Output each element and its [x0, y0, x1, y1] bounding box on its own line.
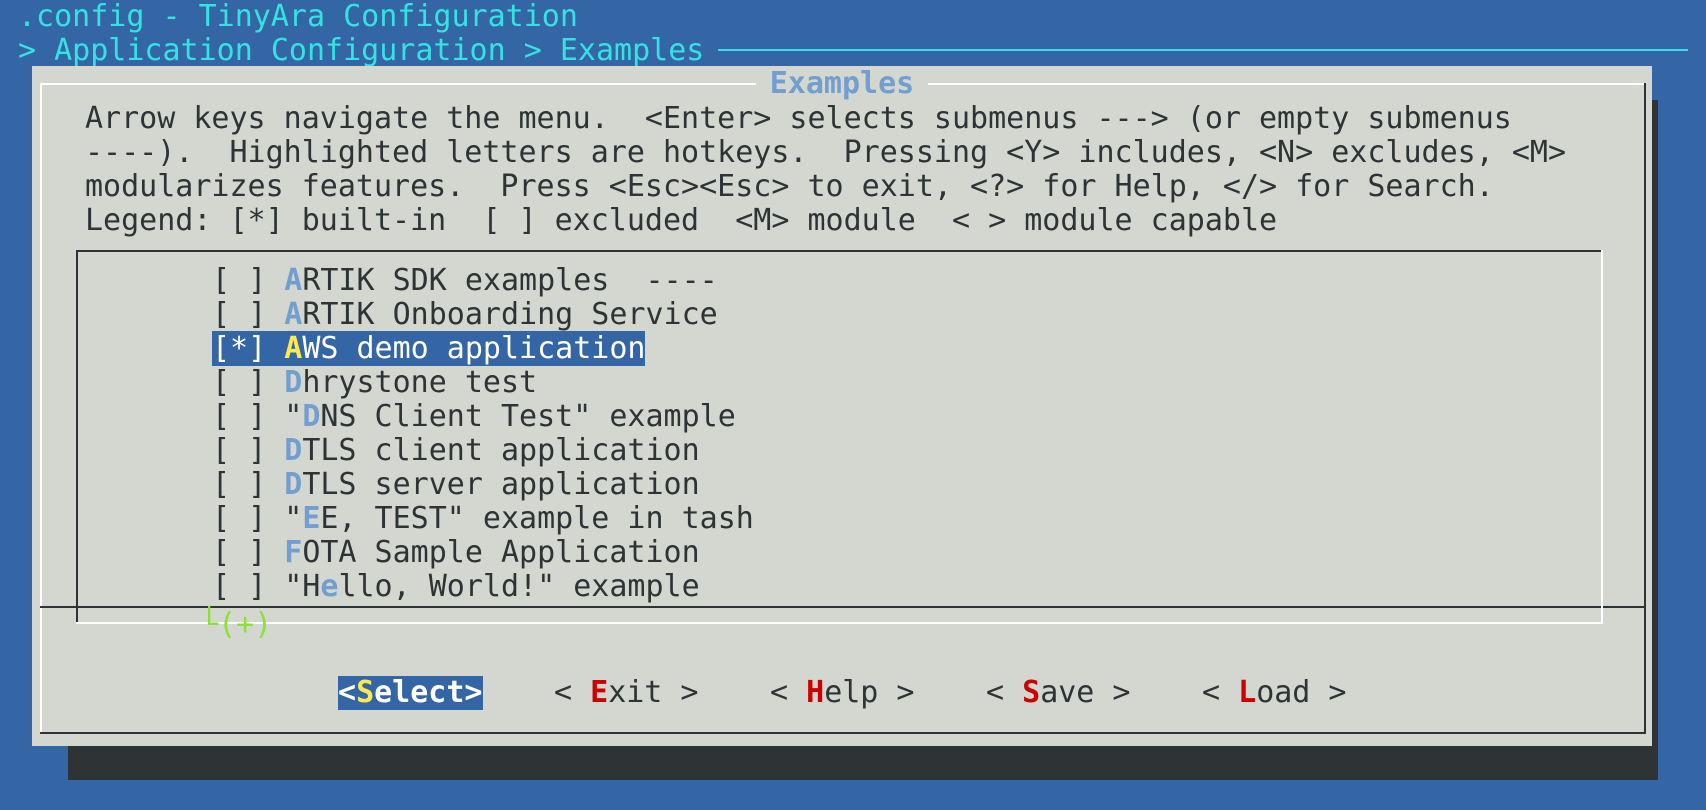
menu-item-selected[interactable]: [*] AWS demo application — [212, 331, 646, 366]
menu-item[interactable]: [ ] ARTIK SDK examples ---- — [212, 264, 718, 298]
btn-label: oad > — [1256, 675, 1347, 710]
breadcrumb: > Application Configuration > Examples — [18, 33, 705, 68]
item-label: TLS server application — [302, 467, 700, 502]
item-prefix: "H — [284, 569, 321, 604]
load-button[interactable]: < Load > — [1202, 676, 1347, 710]
menu-item[interactable]: [ ] "DNS Client Test" example — [212, 400, 736, 434]
btn-label: elect> — [374, 675, 483, 710]
hotkey-letter: e — [320, 569, 339, 604]
window-title: .config - TinyAra Configuration — [18, 0, 578, 34]
btn-hotkey: S — [1022, 675, 1041, 710]
hotkey-letter: D — [284, 365, 303, 400]
dialog-frame-bottom — [40, 732, 1646, 734]
menu-item[interactable]: [ ] DTLS server application — [212, 468, 700, 502]
item-label: E, TEST" example in tash — [320, 501, 754, 536]
exit-button[interactable]: < Exit > — [554, 676, 699, 710]
help-line: Legend: [*] built-in [ ] excluded <M> mo… — [85, 203, 1278, 238]
btn-bracket: < — [338, 675, 357, 710]
more-items-indicator: └(+) — [200, 607, 273, 642]
more-indicator-text: (+) — [218, 607, 273, 642]
hotkey-letter: A — [284, 331, 303, 366]
menu-frame-top — [76, 250, 1603, 252]
dialog-title-text: Examples — [755, 66, 929, 101]
help-text: Arrow keys navigate the menu. <Enter> se… — [85, 102, 1566, 238]
breadcrumb-rule — [718, 49, 1688, 51]
item-label: llo, World!" example — [338, 569, 700, 604]
checkbox[interactable]: [*] — [212, 331, 266, 366]
hotkey-letter: A — [284, 263, 303, 298]
btn-hotkey: E — [590, 675, 609, 710]
checkbox[interactable]: [ ] — [212, 535, 266, 570]
config-dialog: Examples Arrow keys navigate the menu. <… — [32, 66, 1652, 746]
menu-item[interactable]: [ ] Dhrystone test — [212, 366, 537, 400]
item-label: OTA Sample Application — [302, 535, 700, 570]
button-row: <Select> < Exit > < Help > < Save > < Lo… — [32, 676, 1652, 710]
item-label: hrystone test — [302, 365, 538, 400]
checkbox[interactable]: [ ] — [212, 433, 266, 468]
hotkey-letter: D — [302, 399, 321, 434]
hotkey-letter: D — [284, 467, 303, 502]
help-line: Arrow keys navigate the menu. <Enter> se… — [85, 101, 1512, 136]
btn-bracket: < — [986, 675, 1023, 710]
item-prefix: " — [284, 399, 303, 434]
checkbox[interactable]: [ ] — [212, 399, 266, 434]
item-label: WS demo application — [302, 331, 646, 366]
menu-item[interactable]: [ ] DTLS client application — [212, 434, 700, 468]
dialog-title: Examples — [32, 66, 1652, 101]
breadcrumb-row: > Application Configuration > Examples — [18, 34, 1688, 68]
btn-hotkey: S — [356, 675, 375, 710]
dialog-frame-right — [1644, 83, 1646, 734]
checkbox[interactable]: [ ] — [212, 365, 266, 400]
item-label: RTIK SDK examples ---- — [302, 263, 718, 298]
btn-label: ave > — [1040, 675, 1131, 710]
checkbox[interactable]: [ ] — [212, 569, 266, 604]
menu-frame-left — [76, 250, 78, 624]
menu-item[interactable]: [ ] "Hello, World!" example — [212, 570, 700, 604]
help-line: modularizes features. Press <Esc><Esc> t… — [85, 169, 1494, 204]
hotkey-letter: E — [302, 501, 321, 536]
checkbox[interactable]: [ ] — [212, 263, 266, 298]
select-button[interactable]: <Select> — [338, 676, 483, 710]
item-label: NS Client Test" example — [320, 399, 736, 434]
item-prefix: " — [284, 501, 303, 536]
btn-hotkey: L — [1238, 675, 1257, 710]
menu-frame-bottom — [76, 622, 1603, 624]
btn-bracket: < — [1202, 675, 1239, 710]
btn-bracket: < — [770, 675, 807, 710]
checkbox[interactable]: [ ] — [212, 297, 266, 332]
help-line: ----). Highlighted letters are hotkeys. … — [85, 135, 1567, 170]
save-button[interactable]: < Save > — [986, 676, 1131, 710]
checkbox[interactable]: [ ] — [212, 467, 266, 502]
menu-item[interactable]: [ ] FOTA Sample Application — [212, 536, 700, 570]
btn-bracket: < — [554, 675, 591, 710]
help-button[interactable]: < Help > — [770, 676, 915, 710]
btn-label: xit > — [608, 675, 699, 710]
menu-frame-right — [1601, 250, 1603, 624]
checkbox[interactable]: [ ] — [212, 501, 266, 536]
item-label: TLS client application — [302, 433, 700, 468]
btn-hotkey: H — [806, 675, 825, 710]
item-label: RTIK Onboarding Service — [302, 297, 718, 332]
menu-item[interactable]: [ ] ARTIK Onboarding Service — [212, 298, 718, 332]
hotkey-letter: A — [284, 297, 303, 332]
dialog-frame-left — [40, 83, 42, 734]
btn-label: elp > — [824, 675, 915, 710]
hotkey-letter: D — [284, 433, 303, 468]
menu-item[interactable]: [ ] "EE, TEST" example in tash — [212, 502, 754, 536]
menu-list: [ ] ARTIK SDK examples ---- [ ] ARTIK On… — [76, 250, 1603, 624]
hotkey-letter: F — [284, 535, 303, 570]
